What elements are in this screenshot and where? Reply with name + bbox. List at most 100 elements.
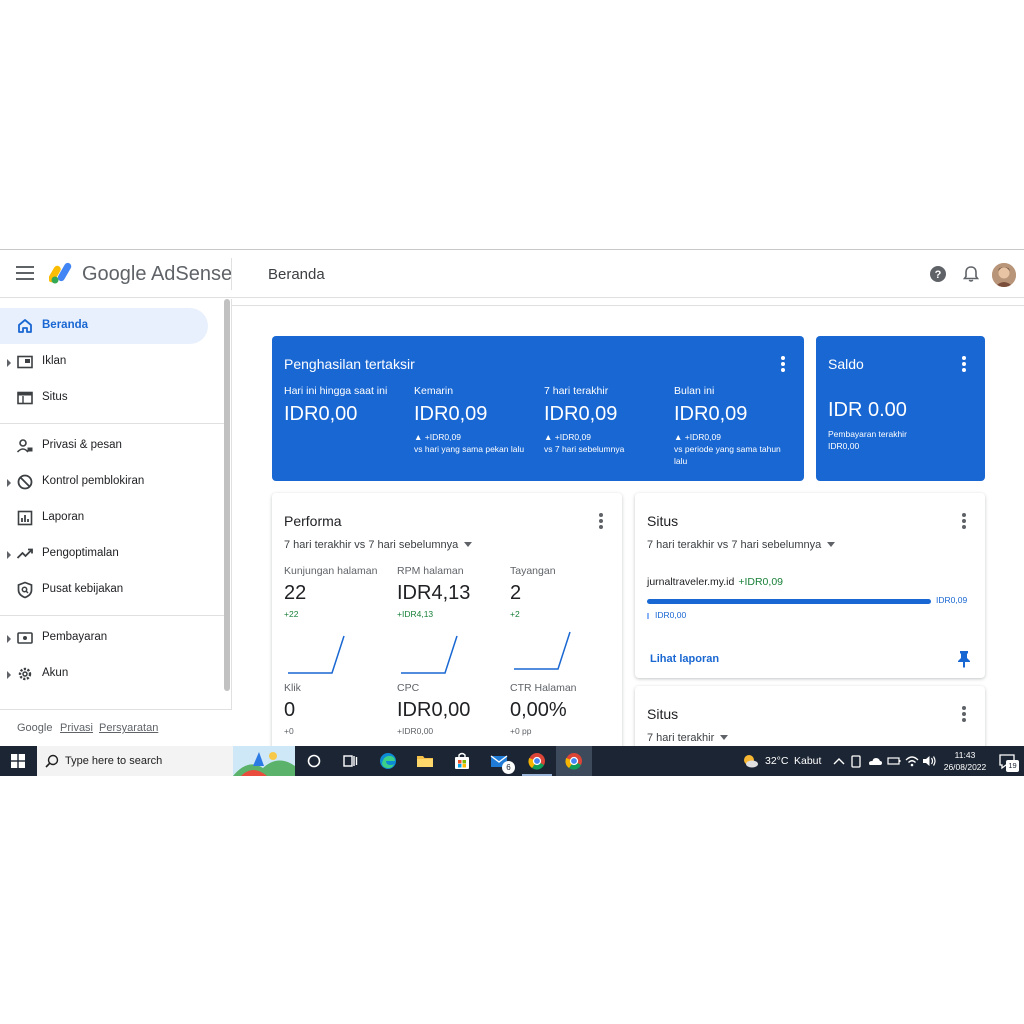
estimated-earnings-card: Penghasilan tertaksir Hari ini hingga sa… (272, 336, 804, 481)
sites-card: Situs 7 hari terakhir vs 7 hari sebelumn… (635, 493, 985, 678)
card-title: Situs (647, 706, 678, 722)
weather-description: Kabut (794, 755, 821, 767)
onedrive-cloud-icon[interactable] (867, 751, 883, 771)
mail-badge: 6 (502, 761, 515, 774)
sidebar-item-iklan[interactable]: Iklan (0, 344, 208, 380)
sidebar-item-pengoptimalan[interactable]: Pengoptimalan (0, 536, 208, 572)
brand-name: Google AdSense (82, 263, 232, 286)
cortana-icon[interactable] (304, 751, 324, 771)
metric-delta: +IDR0,00 (397, 726, 433, 736)
adsense-logo-icon (49, 261, 75, 285)
terms-link[interactable]: Persyaratan (99, 722, 158, 734)
pin-icon[interactable] (957, 650, 971, 668)
more-options-icon[interactable] (961, 513, 967, 529)
sidebar-item-label: Pusat kebijakan (42, 583, 123, 595)
sidebar-item-label: Iklan (42, 355, 66, 367)
metric-label: Kunjungan halaman (284, 565, 377, 577)
stat-value: IDR0,00 (284, 403, 357, 426)
stat-label: Kemarin (414, 385, 453, 397)
stat-value: IDR0,09 (544, 403, 617, 426)
settings-gear-icon (16, 665, 34, 683)
metric-value: IDR4,13 (397, 582, 470, 605)
windows-start-icon[interactable] (11, 754, 25, 768)
sidebar-item-label: Pengoptimalan (42, 547, 119, 559)
last-payment-label: Pembayaran terakhir (828, 428, 946, 440)
metric-label: CPC (397, 682, 419, 694)
card-title: Situs (647, 513, 678, 529)
metric-value: 2 (510, 582, 521, 605)
account-avatar[interactable] (992, 263, 1016, 287)
tray-expand-chevron-icon[interactable] (832, 751, 846, 771)
current-period-bar (647, 599, 931, 604)
more-options-icon[interactable] (780, 356, 786, 372)
microsoft-store-icon[interactable] (452, 751, 472, 771)
more-options-icon[interactable] (961, 706, 967, 722)
weather-icon[interactable] (740, 751, 760, 771)
chrome-browser-icon[interactable] (527, 751, 547, 771)
brand-divider (231, 258, 232, 290)
sidebar-item-label: Beranda (42, 319, 88, 331)
taskbar-search-box[interactable]: Type here to search (37, 746, 295, 776)
edge-browser-icon[interactable] (378, 751, 398, 771)
wifi-icon[interactable] (904, 751, 920, 771)
sidebar-item-laporan[interactable]: Laporan (0, 500, 208, 536)
metric-value: 0 (284, 699, 295, 722)
clock-time: 11:43 (940, 749, 990, 761)
stat-compare: vs periode yang sama tahun lalu (674, 443, 792, 467)
more-options-icon[interactable] (961, 356, 967, 372)
sidebar-item-privasi[interactable]: Privasi & pesan (0, 428, 208, 464)
sidebar-item-pembayaran[interactable]: Pembayaran (0, 620, 208, 656)
payments-icon (16, 629, 34, 647)
site-domain: jurnaltraveler.my.id (647, 576, 734, 588)
top-bar: Google AdSense Beranda ? (0, 250, 1024, 298)
date-range-dropdown[interactable]: 7 hari terakhir (647, 732, 728, 744)
current-period-value: IDR0,09 (936, 595, 967, 605)
site-delta: +IDR0,09 (738, 576, 783, 588)
sidebar-item-label: Akun (42, 667, 68, 679)
policy-shield-icon (16, 581, 34, 599)
sidebar-item-beranda[interactable]: Beranda (0, 308, 208, 344)
help-icon[interactable]: ? (928, 264, 948, 284)
metric-delta: +2 (510, 609, 520, 619)
sidebar-item-label: Laporan (42, 511, 84, 523)
stat-compare: vs 7 hari sebelumnya (544, 443, 662, 455)
date-range-dropdown[interactable]: 7 hari terakhir vs 7 hari sebelumnya (647, 539, 835, 551)
notifications-bell-icon[interactable] (961, 264, 981, 284)
site-row[interactable]: jurnaltraveler.my.id +IDR0,09 (647, 576, 783, 588)
expand-caret-icon (7, 671, 11, 679)
metric-label: CTR Halaman (510, 682, 577, 694)
privacy-person-icon (16, 437, 34, 455)
previous-period-bar (647, 613, 649, 619)
ads-icon (16, 353, 34, 371)
main-menu-icon[interactable] (16, 266, 34, 280)
privacy-link[interactable]: Privasi (60, 722, 93, 734)
sparkline (399, 633, 461, 675)
volume-icon[interactable] (921, 751, 937, 771)
tray-phone-icon[interactable] (849, 751, 863, 771)
stat-label: Hari ini hingga saat ini (284, 385, 387, 397)
stat-delta: ▲ +IDR0,09 (544, 431, 662, 443)
sidebar-item-kontrol-pemblokiran[interactable]: Kontrol pemblokiran (0, 464, 208, 500)
sidebar-item-akun[interactable]: Akun (0, 656, 208, 692)
stat-value: IDR0,09 (414, 403, 487, 426)
file-explorer-icon[interactable] (415, 751, 435, 771)
home-icon (16, 317, 34, 335)
stat-delta: ▲ +IDR0,09 (674, 431, 792, 443)
sidebar-scrollbar[interactable] (224, 299, 230, 691)
metric-label: Klik (284, 682, 301, 694)
taskbar-clock[interactable]: 11:43 26/08/2022 (940, 749, 990, 773)
search-icon (45, 754, 59, 768)
page-title: Beranda (268, 266, 325, 283)
content-divider (232, 305, 1024, 306)
metric-value: 0,00% (510, 699, 567, 722)
chrome-profile-browser-icon[interactable] (564, 751, 584, 771)
date-range-dropdown[interactable]: 7 hari terakhir vs 7 hari sebelumnya (284, 539, 472, 551)
last-payment-value: IDR0,00 (828, 440, 946, 452)
more-options-icon[interactable] (598, 513, 604, 529)
view-report-link[interactable]: Lihat laporan (650, 653, 719, 665)
sidebar-item-pusat-kebijakan[interactable]: Pusat kebijakan (0, 572, 208, 608)
sidebar-item-situs[interactable]: Situs (0, 380, 208, 416)
task-view-icon[interactable] (340, 751, 360, 771)
metric-label: RPM halaman (397, 565, 464, 577)
battery-plug-icon[interactable] (886, 751, 902, 771)
